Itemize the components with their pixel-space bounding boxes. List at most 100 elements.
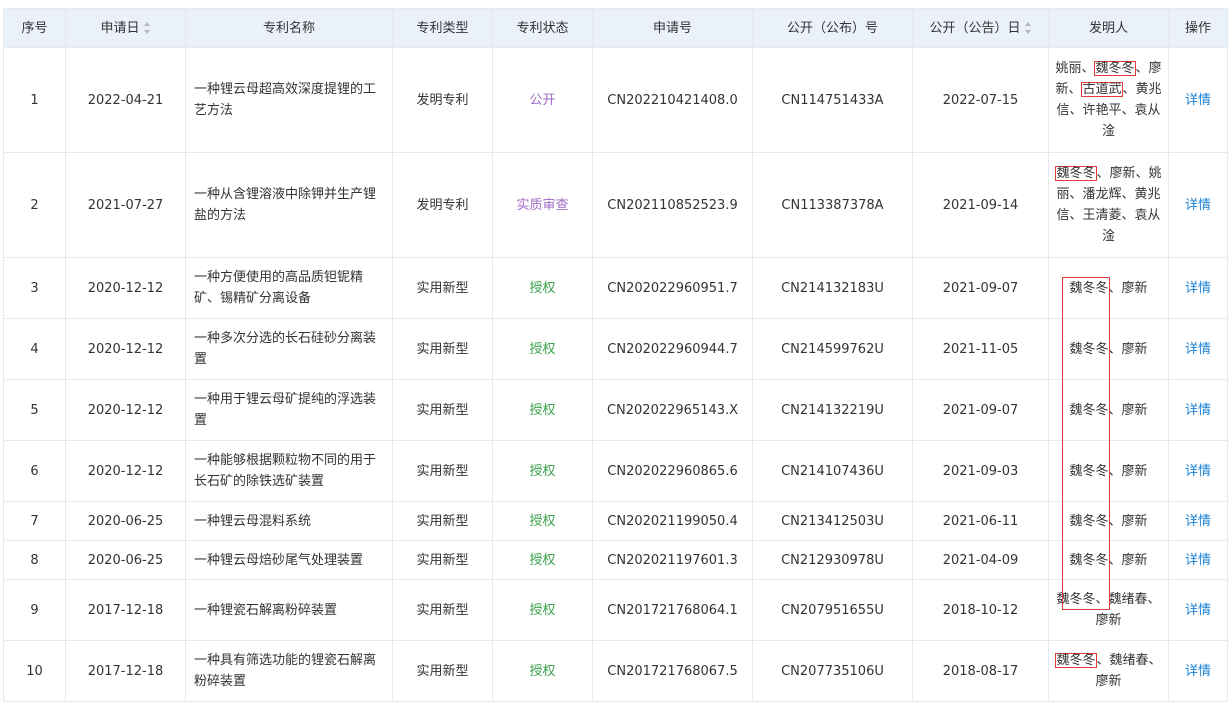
col-header-type: 专利类型 [392, 8, 493, 48]
cell-pub-date: 2018-08-17 [912, 640, 1049, 702]
cell-action: 详情 [1168, 257, 1228, 319]
detail-link[interactable]: 详情 [1185, 603, 1211, 618]
cell-inventors: 魏冬冬、廖新 [1048, 501, 1169, 541]
table-row: 7 2020-06-25 一种锂云母混料系统 实用新型 授权 CN202021199050… [3, 501, 1228, 541]
cell-status: 公开 [492, 47, 593, 153]
cell-no: 1 [3, 47, 66, 153]
cell-pub-no: CN114751433A [752, 47, 913, 153]
cell-name: 一种方便使用的高品质钽铌精矿、锡精矿分离设备 [185, 257, 393, 319]
cell-no: 3 [3, 257, 66, 319]
cell-no: 2 [3, 152, 66, 258]
cell-inventors: 魏冬冬、廖新 [1048, 440, 1169, 502]
sort-icon[interactable] [1024, 22, 1032, 34]
cell-no: 10 [3, 640, 66, 702]
cell-apply-date: 2020-12-12 [65, 440, 186, 502]
cell-app-no: CN202022960865.6 [592, 440, 753, 502]
cell-type: 实用新型 [392, 318, 493, 380]
cell-status: 授权 [492, 257, 593, 319]
inventor-highlight: 魏冬冬 [1095, 61, 1135, 76]
cell-pub-no: CN113387378A [752, 152, 913, 258]
detail-link[interactable]: 详情 [1185, 514, 1211, 529]
cell-no: 4 [3, 318, 66, 380]
col-header-pub-no: 公开（公布）号 [752, 8, 913, 48]
cell-app-no: CN202022965143.X [592, 379, 753, 441]
cell-app-no: CN202110852523.9 [592, 152, 753, 258]
cell-name: 一种能够根据颗粒物不同的用于长石矿的除铁选矿装置 [185, 440, 393, 502]
cell-pub-date: 2021-11-05 [912, 318, 1049, 380]
cell-inventors: 魏冬冬、廖新、姚丽、潘龙辉、黄兆信、王清菱、袁从淦 [1048, 152, 1169, 258]
table-row: 9 2017-12-18 一种锂瓷石解离粉碎装置 实用新型 授权 CN2017217680… [3, 579, 1228, 641]
cell-pub-date: 2018-10-12 [912, 579, 1049, 641]
cell-pub-no: CN214107436U [752, 440, 913, 502]
col-header-pub-date-label: 公开（公告）日 [929, 20, 1021, 36]
inventor-highlight: 魏冬冬 [1056, 653, 1096, 668]
inventor-text: 、廖新 [1108, 341, 1148, 357]
cell-status: 授权 [492, 440, 593, 502]
detail-link[interactable]: 详情 [1185, 403, 1211, 418]
col-header-status: 专利状态 [492, 8, 593, 48]
table-row: 3 2020-12-12 一种方便使用的高品质钽铌精矿、锡精矿分离设备 实用新型 授权 C… [3, 257, 1228, 319]
inventor-text: 、魏绪春、廖新 [1095, 653, 1162, 689]
cell-inventors: 魏冬冬、廖新 [1048, 318, 1169, 380]
cell-inventors: 姚丽、魏冬冬、廖新、古道武、黄兆信、许艳平、袁从淦 [1048, 47, 1169, 153]
cell-apply-date: 2017-12-18 [65, 579, 186, 641]
cell-no: 5 [3, 379, 66, 441]
table-row: 10 2017-12-18 一种具有筛选功能的锂瓷石解离粉碎装置 实用新型 授权 CN20… [3, 640, 1228, 702]
cell-action: 详情 [1168, 640, 1228, 702]
table-row: 5 2020-12-12 一种用于锂云母矿提纯的浮选装置 实用新型 授权 CN202022… [3, 379, 1228, 441]
table-row: 8 2020-06-25 一种锂云母焙砂尾气处理装置 实用新型 授权 CN20202119… [3, 540, 1228, 580]
detail-link[interactable]: 详情 [1185, 198, 1211, 213]
inventor-text: 魏冬冬 [1069, 280, 1109, 296]
cell-status: 授权 [492, 579, 593, 641]
cell-apply-date: 2017-12-18 [65, 640, 186, 702]
inventor-text: 、魏绪春、廖新 [1095, 592, 1161, 628]
cell-type: 实用新型 [392, 640, 493, 702]
cell-type: 实用新型 [392, 540, 493, 580]
inventor-text: 、廖新 [1108, 280, 1148, 296]
cell-pub-date: 2021-09-14 [912, 152, 1049, 258]
cell-type: 实用新型 [392, 501, 493, 541]
col-header-pub-date[interactable]: 公开（公告）日 [912, 8, 1049, 48]
cell-pub-no: CN213412503U [752, 501, 913, 541]
cell-pub-date: 2021-04-09 [912, 540, 1049, 580]
cell-apply-date: 2020-06-25 [65, 501, 186, 541]
cell-type: 发明专利 [392, 152, 493, 258]
cell-app-no: CN202022960944.7 [592, 318, 753, 380]
inventor-text: 魏冬冬 [1069, 552, 1109, 568]
inventor-text: 、廖新 [1108, 552, 1148, 568]
cell-action: 详情 [1168, 579, 1228, 641]
detail-link[interactable]: 详情 [1185, 342, 1211, 357]
cell-pub-date: 2021-09-07 [912, 257, 1049, 319]
detail-link[interactable]: 详情 [1185, 93, 1211, 108]
cell-name: 一种用于锂云母矿提纯的浮选装置 [185, 379, 393, 441]
cell-action: 详情 [1168, 47, 1228, 153]
cell-type: 实用新型 [392, 579, 493, 641]
inventor-text: 魏冬冬 [1069, 463, 1109, 479]
detail-link[interactable]: 详情 [1185, 664, 1211, 679]
cell-inventors: 魏冬冬、廖新 [1048, 257, 1169, 319]
inventor-highlight: 古道武 [1082, 82, 1122, 97]
inventor-text: 魏冬冬 [1069, 402, 1109, 418]
cell-app-no: CN201721768064.1 [592, 579, 753, 641]
cell-apply-date: 2021-07-27 [65, 152, 186, 258]
cell-inventors: 魏冬冬、廖新 [1048, 540, 1169, 580]
inventor-text: 魏冬冬 [1069, 513, 1109, 529]
col-header-name: 专利名称 [185, 8, 393, 48]
table-row: 6 2020-12-12 一种能够根据颗粒物不同的用于长石矿的除铁选矿装置 实用新型授… [3, 440, 1228, 502]
cell-app-no: CN202021199050.4 [592, 501, 753, 541]
cell-app-no: CN202022960951.7 [592, 257, 753, 319]
detail-link[interactable]: 详情 [1185, 464, 1211, 479]
table-row: 2 2021-07-27 一种从含锂溶液中除钾并生产锂盐的方法 发明专利 实质审查 CN2… [3, 152, 1228, 258]
detail-link[interactable]: 详情 [1185, 553, 1211, 568]
table-row: 1 2022-04-21 一种锂云母超高效深度提锂的工艺方法 发明专利 公开 CN2022… [3, 47, 1228, 153]
inventor-text: 、廖新 [1108, 402, 1148, 418]
cell-apply-date: 2020-06-25 [65, 540, 186, 580]
inventor-text: 姚丽、 [1055, 61, 1095, 76]
cell-apply-date: 2022-04-21 [65, 47, 186, 153]
detail-link[interactable]: 详情 [1185, 281, 1211, 296]
inventor-text: 、廖新 [1108, 513, 1148, 529]
cell-name: 一种锂云母超高效深度提锂的工艺方法 [185, 47, 393, 153]
col-header-inventors: 发明人 [1048, 8, 1169, 48]
sort-icon[interactable] [143, 22, 151, 34]
col-header-apply-date[interactable]: 申请日 [65, 8, 186, 48]
